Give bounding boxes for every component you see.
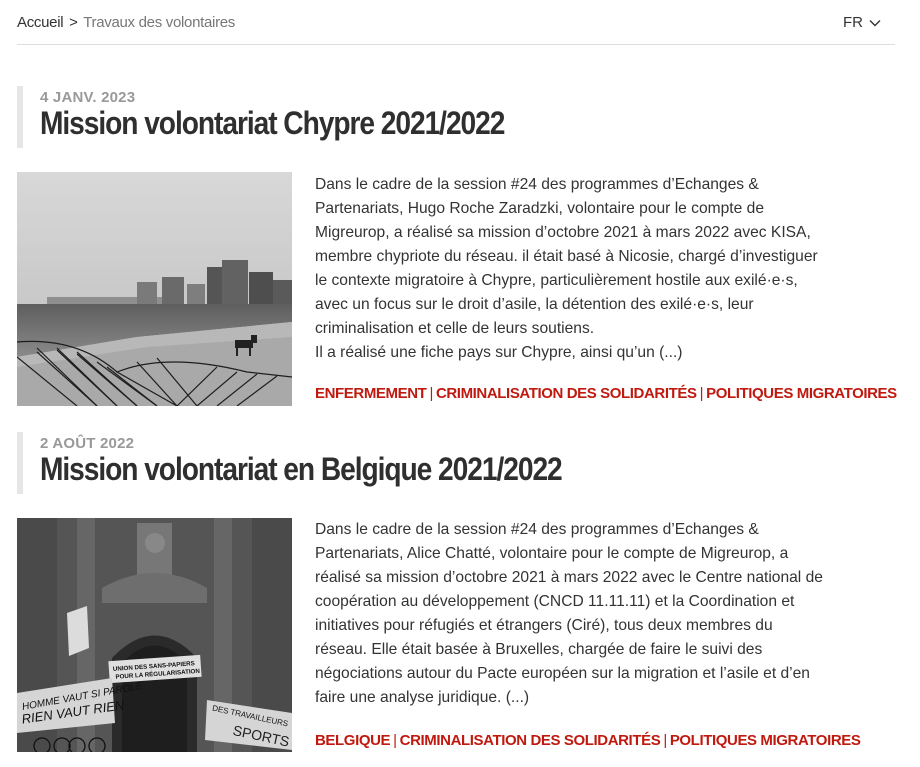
tag-separator: | bbox=[663, 732, 667, 749]
article-thumbnail[interactable]: UNION DES SANS-PAPIERS POUR LA RÉGULARIS… bbox=[17, 518, 292, 752]
excerpt-line: criminalisation et celle de leurs soutie… bbox=[315, 320, 595, 337]
article-thumbnail[interactable] bbox=[17, 172, 292, 406]
excerpt-line: Partenariats, Alice Chatté, volontaire p… bbox=[315, 545, 789, 562]
breadcrumb-current: Travaux des volontaires bbox=[83, 14, 236, 31]
breadcrumb-home-link[interactable]: Accueil bbox=[17, 14, 64, 31]
excerpt-line: initiatives pour réfugiés et étrangers (… bbox=[315, 617, 773, 634]
article-excerpt: Dans le cadre de la session #24 des prog… bbox=[315, 518, 895, 710]
chevron-down-icon bbox=[869, 19, 881, 26]
excerpt-line: réseau. Elle était basée à Bruxelles, ch… bbox=[315, 641, 763, 658]
article-header: 2 AOÛT 2022 Mission volontariat en Belgi… bbox=[17, 432, 633, 494]
breadcrumb-separator: > bbox=[69, 14, 78, 31]
tag-link[interactable]: ENFERMEMENT bbox=[315, 385, 427, 402]
language-selector[interactable]: FR bbox=[843, 14, 881, 31]
breadcrumb: Accueil > Travaux des volontaires bbox=[17, 14, 235, 31]
excerpt-line: négociations autour du Pacte européen su… bbox=[315, 665, 810, 682]
language-label: FR bbox=[843, 14, 863, 31]
article-title[interactable]: Mission volontariat Chypre 2021/2022 bbox=[40, 105, 505, 142]
excerpt-line: faire une analyse juridique. (...) bbox=[315, 689, 530, 706]
excerpt-line: coopération au développement (CNCD 11.11… bbox=[315, 593, 795, 610]
tag-link[interactable]: BELGIQUE bbox=[315, 732, 391, 749]
excerpt-line: Dans le cadre de la session #24 des prog… bbox=[315, 521, 759, 538]
excerpt-line: avec un focus sur le droit d’asile, la d… bbox=[315, 296, 754, 313]
article-date: 2 AOÛT 2022 bbox=[40, 435, 135, 452]
article-date: 4 JANV. 2023 bbox=[40, 89, 136, 106]
excerpt-line: réalisé sa mission d’octobre 2021 à mars… bbox=[315, 569, 823, 586]
excerpt-line: le contexte migratoire à Chypre, particu… bbox=[315, 272, 798, 289]
article-header: 4 JANV. 2023 Mission volontariat Chypre … bbox=[17, 86, 568, 148]
excerpt-line: membre chypriote du réseau. il était bas… bbox=[315, 248, 818, 265]
article-tags: BELGIQUE | CRIMINALISATION DES SOLIDARITÉS… bbox=[315, 732, 861, 749]
tag-link[interactable]: POLITIQUES MIGRATOIRES bbox=[706, 385, 897, 402]
top-bar: Accueil > Travaux des volontaires FR bbox=[17, 0, 895, 45]
beach-photo bbox=[17, 172, 292, 406]
excerpt-line: Dans le cadre de la session #24 des prog… bbox=[315, 176, 759, 193]
tag-link[interactable]: CRIMINALISATION DES SOLIDARITÉS bbox=[400, 732, 661, 749]
tag-link[interactable]: CRIMINALISATION DES SOLIDARITÉS bbox=[436, 385, 697, 402]
excerpt-line: Migreurop, a réalisé sa mission d’octobr… bbox=[315, 224, 811, 241]
church-photo: UNION DES SANS-PAPIERS POUR LA RÉGULARIS… bbox=[17, 518, 292, 752]
article-excerpt: Dans le cadre de la session #24 des prog… bbox=[315, 173, 895, 365]
tag-separator: | bbox=[393, 732, 397, 749]
article-tags: ENFERMEMENT | CRIMINALISATION DES SOLIDARI… bbox=[315, 385, 897, 402]
tag-link[interactable]: POLITIQUES MIGRATOIRES bbox=[670, 732, 861, 749]
article-title[interactable]: Mission volontariat en Belgique 2021/202… bbox=[40, 451, 563, 488]
tag-separator: | bbox=[429, 385, 433, 402]
excerpt-line: Partenariats, Hugo Roche Zaradzki, volon… bbox=[315, 200, 764, 217]
excerpt-line: Il a réalisé une fiche pays sur Chypre, … bbox=[315, 344, 683, 361]
tag-separator: | bbox=[699, 385, 704, 402]
